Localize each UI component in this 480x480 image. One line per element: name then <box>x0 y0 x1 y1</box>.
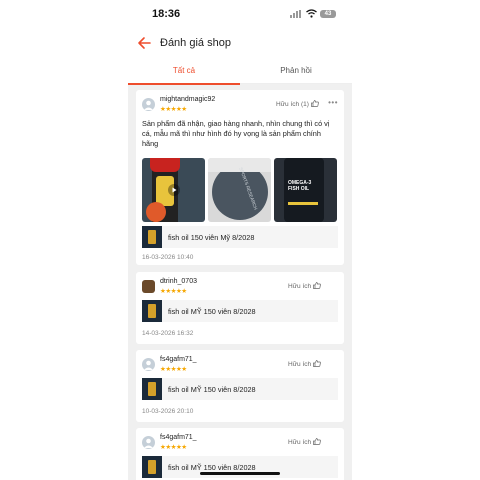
helpful-label: Hữu ích <box>288 439 312 446</box>
status-bar: 18:36 43 <box>128 0 352 30</box>
helpful-label: Hữu ích (1) <box>276 101 309 108</box>
review-photo[interactable]: SPORTS RESEARCH <box>208 158 271 222</box>
product-name: fish oil MỸ 150 viên 8/2028 <box>168 385 256 394</box>
review-photo[interactable] <box>142 158 205 222</box>
tab-all[interactable]: Tất cả <box>128 58 240 85</box>
header: Đánh giá shop <box>128 30 352 58</box>
helpful-label: Hữu ích <box>288 361 312 368</box>
review-card: mightandmagic92 ★★★★★ Hữu ích (1) ••• Sả… <box>136 90 344 265</box>
product-thumbnail <box>142 300 162 322</box>
product-variant[interactable]: fish oil MỸ 150 viên 8/2028 <box>142 378 338 400</box>
more-options-icon[interactable]: ••• <box>328 98 338 107</box>
wifi-icon <box>306 9 317 20</box>
tab-bar: Tất cả Phản hồi <box>128 58 352 85</box>
helpful-button[interactable]: Hữu ích <box>288 438 321 446</box>
phone-screen: 18:36 43 Đánh giá shop Tất cả Phản hồi m… <box>128 0 352 480</box>
helpful-label: Hữu ích <box>288 283 312 290</box>
product-thumbnail <box>142 226 162 248</box>
rating-stars: ★★★★★ <box>160 288 187 295</box>
page-title: Đánh giá shop <box>160 37 231 49</box>
review-card: dtrinh_0703 ★★★★★ Hữu ích fish oil MỸ 15… <box>136 272 344 344</box>
review-date: 14-03-2026 16:32 <box>142 330 194 337</box>
product-thumbnail <box>142 456 162 478</box>
product-name: fish oil 150 viên Mỹ 8/2028 <box>168 233 255 242</box>
rating-stars: ★★★★★ <box>160 444 187 451</box>
product-variant[interactable]: fish oil MỸ 150 viên 8/2028 <box>142 300 338 322</box>
product-variant[interactable]: fish oil 150 viên Mỹ 8/2028 <box>142 226 338 248</box>
product-name: fish oil MỸ 150 viên 8/2028 <box>168 307 256 316</box>
avatar <box>142 436 155 449</box>
review-date: 10-03-2026 20:10 <box>142 408 194 415</box>
thumbs-up-icon <box>313 438 321 445</box>
tab-replies[interactable]: Phản hồi <box>240 58 352 84</box>
rating-stars: ★★★★★ <box>160 366 187 373</box>
battery-icon: 43 <box>320 10 336 18</box>
photo-caption: OMEGA-3 FISH OIL <box>288 180 312 192</box>
review-photo[interactable]: OMEGA-3 FISH OIL <box>274 158 337 222</box>
reviewer-name: dtrinh_0703 <box>160 278 197 285</box>
avatar <box>142 98 155 111</box>
rating-stars: ★★★★★ <box>160 106 187 113</box>
avatar <box>142 358 155 371</box>
home-indicator[interactable] <box>200 472 280 475</box>
avatar <box>142 280 155 293</box>
helpful-button[interactable]: Hữu ích <box>288 360 321 368</box>
reviewer-name: fs4gafm71_ <box>160 356 197 363</box>
signal-icon <box>290 10 302 18</box>
review-text: Sản phẩm đã nhận, giao hàng nhanh, nhìn … <box>142 119 330 148</box>
review-card: fs4gafm71_ ★★★★★ Hữu ích fish oil MỸ 150… <box>136 350 344 422</box>
review-date: 16-03-2026 10:40 <box>142 254 194 261</box>
reviewer-name: fs4gafm71_ <box>160 434 197 441</box>
status-time: 18:36 <box>152 8 181 20</box>
thumbs-up-icon <box>313 282 321 289</box>
thumbs-up-icon <box>310 100 319 107</box>
helpful-button[interactable]: Hữu ích (1) <box>276 100 319 108</box>
reviewer-name: mightandmagic92 <box>160 96 216 103</box>
arrow-left-icon[interactable] <box>136 35 152 51</box>
thumbs-up-icon <box>313 360 321 367</box>
play-icon <box>168 184 180 196</box>
helpful-button[interactable]: Hữu ích <box>288 282 321 290</box>
product-name: fish oil MỸ 150 viên 8/2028 <box>168 463 256 472</box>
product-thumbnail <box>142 378 162 400</box>
